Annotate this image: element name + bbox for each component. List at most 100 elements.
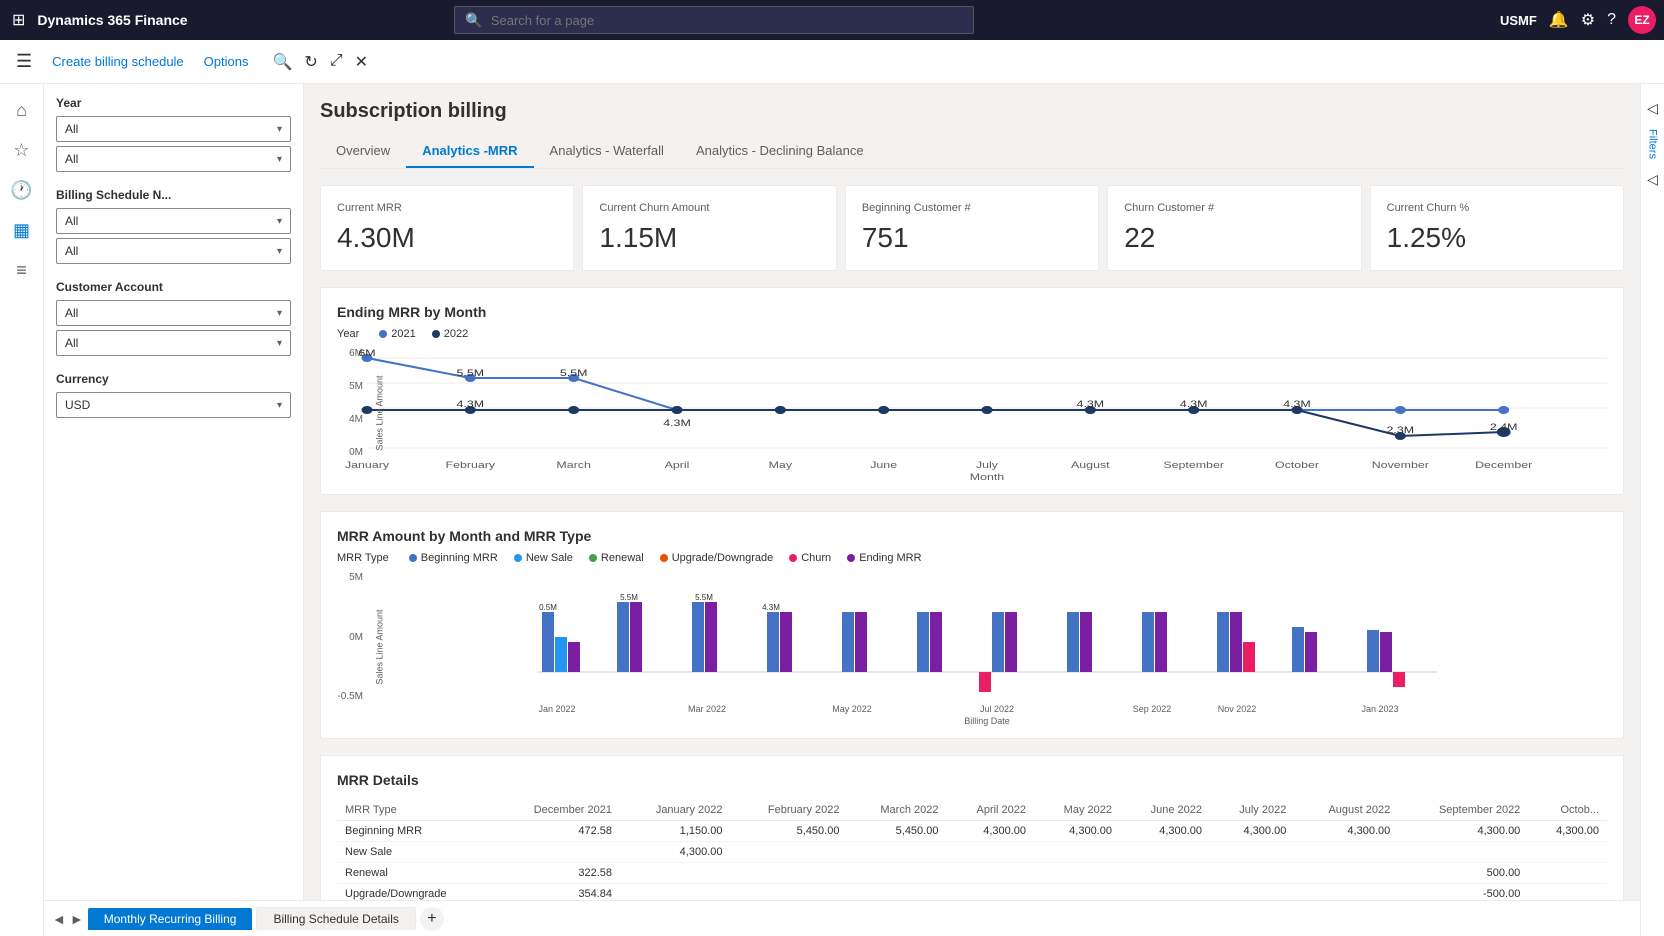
legend-ending-mrr: Ending MRR [847, 552, 921, 564]
bar-chart-svg: 0.5M 5.5M 5.5M 4.3M Jan 2022 Mar 2022 Ma… [367, 572, 1607, 722]
svg-text:Mar 2022: Mar 2022 [688, 704, 726, 714]
workspaces-icon[interactable]: ≡ [4, 252, 40, 288]
tab-analytics-waterfall[interactable]: Analytics - Waterfall [534, 135, 680, 168]
row-renewal-may22 [1034, 863, 1120, 884]
bottom-tab-monthly-recurring[interactable]: Monthly Recurring Billing [88, 908, 253, 930]
svg-text:4.3M: 4.3M [1283, 400, 1311, 410]
customer-account-dropdown[interactable]: All ▾ [56, 300, 291, 326]
bottom-bar: ◄ ► Monthly Recurring Billing Billing Sc… [44, 900, 1640, 936]
legend-renewal-label: Renewal [601, 552, 644, 564]
table-row: Beginning MRR 472.58 1,150.00 5,450.00 5… [337, 821, 1607, 842]
avatar[interactable]: EZ [1628, 6, 1656, 34]
svg-text:Nov 2022: Nov 2022 [1218, 704, 1257, 714]
bar-y-5m: 5M [337, 572, 363, 583]
legend-churn-label: Churn [801, 552, 831, 564]
create-billing-schedule-link[interactable]: Create billing schedule [44, 50, 192, 73]
legend-2022-dot [432, 330, 440, 338]
hamburger-icon[interactable]: ☰ [16, 51, 32, 72]
svg-text:September: September [1163, 461, 1224, 471]
col-feb-2022: February 2022 [730, 800, 847, 821]
recent-icon[interactable]: 🕐 [4, 172, 40, 208]
add-tab-button[interactable]: + [420, 907, 444, 931]
search-input[interactable] [491, 13, 964, 28]
refresh-icon[interactable]: ↻ [300, 48, 321, 76]
svg-text:4.3M: 4.3M [762, 603, 780, 612]
col-dec-2021: December 2021 [494, 800, 620, 821]
filters-toggle-button[interactable]: Filters [1643, 121, 1663, 167]
legend-churn-dot [789, 554, 797, 562]
svg-text:Jan 2023: Jan 2023 [1361, 704, 1398, 714]
legend-2022: 2022 [432, 328, 468, 340]
user-label: USMF [1500, 13, 1537, 28]
bell-icon[interactable]: 🔔 [1549, 10, 1569, 30]
year-filter-sub-dropdown[interactable]: All ▾ [56, 146, 291, 172]
row-new-sale-mar22 [847, 842, 946, 863]
row-renewal-mar22 [847, 863, 946, 884]
row-new-sale-oct22 [1528, 842, 1607, 863]
billing-schedule-sub-chevron-down-icon: ▾ [277, 246, 282, 257]
search-page-icon[interactable]: 🔍 [268, 48, 296, 76]
svg-text:5.5M: 5.5M [695, 593, 713, 602]
currency-value: USD [65, 398, 90, 412]
content-area: Subscription billing Overview Analytics … [304, 84, 1640, 936]
next-page-btn[interactable]: ► [70, 911, 84, 927]
row-renewal-sep22: 500.00 [1398, 863, 1528, 884]
kpi-beginning-customer-title: Beginning Customer # [862, 202, 1082, 214]
expand-icon[interactable]: ◁ [1647, 171, 1658, 188]
ending-mrr-chart-section: Ending MRR by Month Year 2021 2022 6M 5M… [320, 287, 1624, 495]
y-axis-labels: 6M 5M 4M 0M [337, 348, 367, 478]
svg-text:Billing Date: Billing Date [964, 716, 1010, 726]
col-oct-2022: Octob... [1528, 800, 1607, 821]
row-beginning-mrr-sep22: 4,300.00 [1398, 821, 1528, 842]
row-renewal-apr22 [946, 863, 1034, 884]
row-new-sale-apr22 [946, 842, 1034, 863]
legend-2021-label: 2021 [391, 328, 415, 340]
search-bar[interactable]: 🔍 [454, 6, 974, 34]
row-new-sale-dec21 [494, 842, 620, 863]
year-filter-sub-value: All [65, 152, 78, 166]
currency-dropdown[interactable]: USD ▾ [56, 392, 291, 418]
kpi-current-mrr: Current MRR 4.30M [320, 185, 574, 271]
currency-chevron-down-icon: ▾ [277, 400, 282, 411]
customer-account-sub-dropdown[interactable]: All ▾ [56, 330, 291, 356]
tab-analytics-declining[interactable]: Analytics - Declining Balance [680, 135, 880, 168]
row-new-sale-aug22 [1294, 842, 1398, 863]
settings-icon[interactable]: ⚙ [1581, 10, 1595, 30]
col-mar-2022: March 2022 [847, 800, 946, 821]
modules-icon[interactable]: ▦ [4, 212, 40, 248]
svg-text:0.5M: 0.5M [539, 603, 557, 612]
row-beginning-mrr-jun22: 4,300.00 [1120, 821, 1210, 842]
svg-text:April: April [665, 461, 690, 471]
kpi-churn-customer-value: 22 [1124, 222, 1344, 254]
col-jul-2022: July 2022 [1210, 800, 1294, 821]
collapse-right-icon[interactable]: ◁ [1647, 100, 1658, 117]
row-renewal-jun22 [1120, 863, 1210, 884]
tab-overview[interactable]: Overview [320, 135, 406, 168]
grid-icon[interactable]: ⊞ [8, 6, 29, 34]
help-icon[interactable]: ? [1607, 11, 1616, 29]
bottom-tab-billing-schedule[interactable]: Billing Schedule Details [256, 907, 415, 930]
bar-y-axis-title: Sales Line Amount [375, 609, 385, 684]
legend-beginning-label: Beginning MRR [421, 552, 498, 564]
popout-icon[interactable]: ⤢ [326, 48, 347, 76]
close-icon[interactable]: ✕ [351, 48, 372, 76]
svg-text:4.3M: 4.3M [457, 400, 485, 410]
kpi-churn-amount-title: Current Churn Amount [599, 202, 819, 214]
mrr-amount-chart-title: MRR Amount by Month and MRR Type [337, 528, 1607, 544]
home-icon[interactable]: ⌂ [4, 92, 40, 128]
mrr-bar-chart-area: 5M 0M -0.5M [337, 572, 1607, 722]
year-filter-label: Year [56, 96, 291, 110]
options-link[interactable]: Options [196, 50, 257, 73]
legend-beginning-dot [409, 554, 417, 562]
favorites-icon[interactable]: ☆ [4, 132, 40, 168]
row-renewal-oct22 [1528, 863, 1607, 884]
mrr-amount-chart-section: MRR Amount by Month and MRR Type MRR Typ… [320, 511, 1624, 739]
table-row: Renewal 322.58 500.00 [337, 863, 1607, 884]
breadcrumb-bar: ☰ Create billing schedule Options 🔍 ↻ ⤢ … [0, 40, 1664, 84]
billing-schedule-sub-dropdown[interactable]: All ▾ [56, 238, 291, 264]
billing-schedule-dropdown[interactable]: All ▾ [56, 208, 291, 234]
prev-page-btn[interactable]: ◄ [52, 911, 66, 927]
tab-analytics-mrr[interactable]: Analytics -MRR [406, 135, 533, 168]
svg-text:November: November [1372, 461, 1430, 471]
year-filter-dropdown[interactable]: All ▾ [56, 116, 291, 142]
